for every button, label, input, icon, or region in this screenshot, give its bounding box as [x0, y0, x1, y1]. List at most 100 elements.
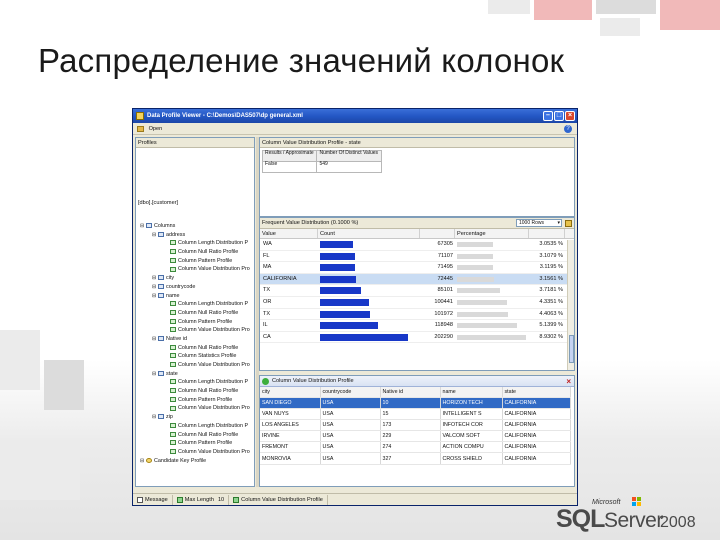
data-profile-viewer-window[interactable]: Data Profile Viewer - C:\Demos\DAS507\dp… — [132, 108, 578, 506]
profile-check-icon — [170, 344, 176, 350]
menu-bar: Open ? — [133, 123, 577, 135]
tree-node-label: Column Value Distribution Pro — [178, 405, 250, 412]
table-row[interactable]: FREMONT USA 274 ACTION COMPU CALIFORNIA — [260, 441, 571, 454]
grid-cell: FREMONT — [260, 441, 321, 454]
key-icon — [146, 457, 152, 463]
table-row[interactable]: OR 100441 4.3351 % — [260, 297, 574, 309]
profile-check-icon — [170, 309, 176, 315]
table-row[interactable]: LOS ANGELES USA 173 INFOTECH COR CALIFORNIA — [260, 419, 571, 432]
help-icon[interactable]: ? — [564, 125, 572, 133]
profile-check-icon — [170, 266, 176, 272]
tree-node[interactable]: Column Value Distribution Pro — [136, 361, 254, 370]
rows-dropdown[interactable]: 1000 Rows — [516, 219, 562, 227]
tree-node[interactable]: ⊟ address — [136, 231, 254, 240]
grid-column-header[interactable]: countrycode — [320, 387, 381, 398]
tree-node[interactable]: Column Pattern Profile — [136, 318, 254, 327]
profiles-header: Profiles — [136, 138, 254, 148]
value-cell: TX — [263, 287, 271, 294]
status-profile[interactable]: Column Value Distribution Profile — [229, 494, 328, 505]
tree-node[interactable]: Column Length Distribution P — [136, 300, 254, 309]
summary-value-approx: False — [261, 161, 318, 173]
grid-cell: USA — [320, 441, 381, 454]
tree-node[interactable]: Column Statistics Profile — [136, 352, 254, 361]
tree-node[interactable]: Column Value Distribution Pro — [136, 404, 254, 413]
tree-node[interactable]: ⊟ state — [136, 370, 254, 379]
status-message[interactable]: Message — [133, 494, 173, 505]
percentage-cell: 3.1195 % — [539, 264, 563, 271]
tree-node-label: Column Length Distribution P — [178, 240, 249, 247]
tree-node[interactable]: Column Pattern Profile — [136, 257, 254, 266]
count-bar — [320, 275, 356, 283]
db-node-label[interactable]: [dbo].[customer] — [138, 200, 178, 206]
table-row[interactable]: MA 71495 3.1195 % — [260, 262, 574, 274]
tree-node-label: Column Null Ratio Profile — [178, 309, 239, 316]
tree-node[interactable]: Column Null Ratio Profile — [136, 344, 254, 353]
col-value[interactable]: Value — [260, 229, 318, 238]
col-percentage[interactable]: Percentage — [455, 229, 529, 238]
tree-node[interactable]: Column Null Ratio Profile — [136, 387, 254, 396]
tree-node[interactable]: Column Value Distribution Pro — [136, 265, 254, 274]
col-percentage-num[interactable] — [529, 229, 565, 238]
table-row[interactable]: SAN DIEGO USA 10 HORIZON TECH CALIFORNIA — [260, 397, 571, 409]
table-row[interactable]: CA 202290 8.9302 % — [260, 332, 574, 344]
maximize-button[interactable]: □ — [554, 111, 564, 121]
table-row[interactable]: TX 85101 3.7181 % — [260, 285, 574, 297]
profile-check-icon — [170, 431, 176, 437]
logo-sql: SQL — [556, 505, 605, 533]
status-message-label: Message — [145, 496, 168, 503]
tree-node[interactable]: ⊟ zip — [136, 413, 254, 422]
tree-node[interactable]: ⊟ Native id — [136, 335, 254, 344]
col-count[interactable]: Count — [318, 229, 420, 238]
tree-node[interactable]: Column Length Distribution P — [136, 378, 254, 387]
table-row[interactable]: MONROVIA USA 327 CROSS SHIELD CALIFORNIA — [260, 452, 571, 465]
grid-column-header[interactable]: Native id — [380, 387, 441, 398]
tree-node[interactable]: ⊟ city — [136, 274, 254, 283]
pin-icon[interactable] — [565, 220, 572, 227]
tree-node[interactable]: Column Length Distribution P — [136, 239, 254, 248]
status-length[interactable]: Max Length 10 — [173, 494, 230, 505]
menu-open[interactable]: Open — [149, 126, 163, 132]
table-row[interactable]: WA 67305 3.0535 % — [260, 239, 574, 251]
tree-node[interactable]: Column Null Ratio Profile — [136, 431, 254, 440]
tree-node-label: Column Null Ratio Profile — [178, 249, 239, 256]
grid-column-header[interactable]: city — [260, 387, 321, 398]
tree-node[interactable]: ⊟ Columns — [136, 222, 254, 231]
minimize-button[interactable]: – — [543, 111, 553, 121]
summary-value-distinct: 549 — [316, 161, 382, 173]
tree-node[interactable]: Column Length Distribution P — [136, 422, 254, 431]
vertical-scrollbar[interactable] — [567, 240, 574, 370]
grid-column-header[interactable]: state — [502, 387, 571, 398]
tree-node[interactable]: ⊟ name — [136, 292, 254, 301]
tree-node[interactable]: Column Value Distribution Pro — [136, 448, 254, 457]
tree-node[interactable]: Column Value Distribution Pro — [136, 326, 254, 335]
percentage-cell: 3.1079 % — [539, 252, 563, 259]
percentage-cell: 4.4063 % — [539, 310, 563, 317]
percentage-cell: 4.3351 % — [539, 298, 563, 305]
count-bar-cell — [318, 262, 420, 273]
col-count-num[interactable] — [420, 229, 455, 238]
status-length-value: 10 — [217, 496, 225, 503]
tree-node[interactable]: ⊟ Candidate Key Profile — [136, 457, 254, 466]
table-row[interactable]: CALIFORNIA 72445 3.1561 % — [260, 273, 574, 286]
close-button[interactable]: × — [565, 111, 575, 121]
window-titlebar[interactable]: Data Profile Viewer - C:\Demos\DAS507\dp… — [133, 109, 577, 123]
close-icon[interactable]: × — [566, 376, 571, 387]
table-row[interactable]: TX 101972 4.4063 % — [260, 309, 574, 321]
profile-check-icon — [170, 422, 176, 428]
tree-node[interactable]: Column Pattern Profile — [136, 396, 254, 405]
tree-node[interactable]: Column Null Ratio Profile — [136, 309, 254, 318]
table-row[interactable]: VAN NUYS USA 15 INTELLIGENT S CALIFORNIA — [260, 408, 571, 420]
tree-node[interactable]: Column Null Ratio Profile — [136, 248, 254, 257]
tree-node-label: Candidate Key Profile — [154, 457, 207, 464]
count-cell: 71107 — [437, 252, 453, 259]
table-row[interactable]: FL 71107 3.1079 % — [260, 251, 574, 263]
table-row[interactable]: IRVINE USA 229 VALCOM SOFT CALIFORNIA — [260, 430, 571, 443]
grid-cell: INFOTECH COR — [440, 419, 503, 432]
tree-node-label: city — [166, 275, 175, 282]
tree-node[interactable]: Column Pattern Profile — [136, 439, 254, 448]
count-bar-cell — [318, 274, 420, 285]
table-row[interactable]: IL 118948 5.1399 % — [260, 320, 574, 332]
tree-node[interactable]: ⊟ countrycode — [136, 283, 254, 292]
scroll-thumb[interactable] — [569, 335, 574, 363]
grid-column-header[interactable]: name — [440, 387, 503, 398]
